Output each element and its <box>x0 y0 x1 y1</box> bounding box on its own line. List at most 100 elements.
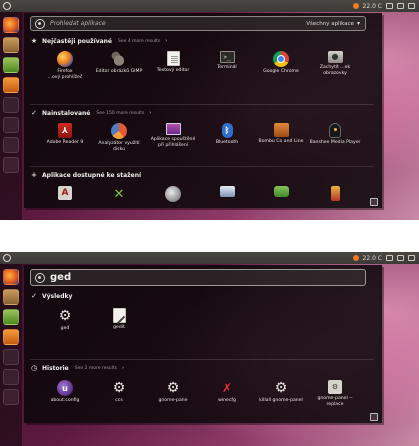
launcher-app-icon[interactable] <box>3 117 19 133</box>
app-label: Terminál <box>217 65 237 70</box>
app-label: gnome-panel --replace <box>317 396 353 407</box>
more-arrow-icon: › <box>165 38 168 44</box>
section-header[interactable]: ◷ Historie See 2 more results › <box>30 363 374 373</box>
launcher-app-icon[interactable] <box>3 157 19 173</box>
top-panel: 22.0 C <box>0 0 419 12</box>
app-tile-killall[interactable]: ⚙ killall gnome-panel <box>254 380 308 407</box>
app-tile-gimp[interactable]: Editor obrázků GIMP <box>92 51 146 80</box>
launcher-app-icon[interactable] <box>3 309 19 325</box>
app-tile-bluetooth[interactable]: ᛒ Bluetooth <box>200 123 254 152</box>
more-arrow-icon: › <box>149 110 152 116</box>
app-tile-available[interactable] <box>146 186 200 202</box>
top-panel: 22.0 C <box>0 252 419 264</box>
network-icon[interactable] <box>397 3 404 9</box>
launcher-files-icon[interactable] <box>3 289 19 305</box>
disk-usage-icon <box>111 123 127 139</box>
volume-icon[interactable] <box>408 255 415 261</box>
gedit-icon <box>112 308 126 323</box>
clock-icon: ◷ <box>30 364 38 372</box>
app-label: Analyzátor využití disku <box>98 141 140 152</box>
launcher-app-icon[interactable] <box>3 77 19 93</box>
app-tile-disk-usage[interactable]: Analyzátor využití disku <box>92 123 146 152</box>
section-header[interactable]: ✓ Nainstalované See 150 more results › <box>30 108 374 118</box>
dash-resize-icon[interactable] <box>370 198 378 206</box>
search-icon <box>35 18 45 29</box>
dash-resize-icon[interactable] <box>370 413 378 421</box>
launcher-app-icon[interactable] <box>3 97 19 113</box>
section-divider <box>30 359 374 360</box>
app-label: Bombu Co and Line <box>258 139 304 144</box>
about-config-icon: u <box>57 380 73 396</box>
app-tile-available[interactable] <box>308 186 362 202</box>
app-tile-adobe-reader[interactable]: ⅄ Adobe Reader 9 <box>38 123 92 152</box>
launcher-files-icon[interactable] <box>3 37 19 53</box>
dash-search-bar <box>30 269 366 286</box>
mail-icon[interactable] <box>386 255 393 261</box>
filter-label: Všechny aplikace <box>306 20 354 27</box>
app-tile-chrome[interactable]: Google Chrome <box>254 51 308 80</box>
weather-icon[interactable] <box>352 3 359 9</box>
app-label: Textový editor <box>156 68 190 73</box>
app-tile-terminal[interactable]: >_ Terminál <box>200 51 254 80</box>
app-tile-available[interactable] <box>200 186 254 202</box>
app-tile-text-editor[interactable]: Textový editor <box>146 51 200 80</box>
ubuntu-logo-icon[interactable] <box>3 254 11 262</box>
app-tile-available[interactable]: ✕ <box>92 186 146 202</box>
app-tile-startup-apps[interactable]: Aplikace spouštěné při přihlášení <box>146 123 200 152</box>
section-header[interactable]: ★ Nejčastěji používané See 4 more result… <box>30 36 374 46</box>
app-tile-screenshot[interactable]: Zachytit ...ek obrazovky <box>308 51 362 80</box>
launcher-app-icon[interactable] <box>3 349 19 365</box>
app-row: ⅄ Adobe Reader 9 Analyzátor využití disk… <box>30 123 374 152</box>
search-input[interactable] <box>45 272 365 283</box>
dash-overlay: Všechny aplikace ▾ ★ Nejčastěji používan… <box>24 13 382 208</box>
weather-indicator[interactable]: 22.0 C <box>363 255 382 262</box>
terminal-icon: >_ <box>219 51 235 63</box>
app-tile-firefox[interactable]: Firefox ...ový prohlížeč <box>38 51 92 80</box>
more-results-link[interactable]: See 4 more results <box>118 39 160 44</box>
app-tile-about-config[interactable]: u about:config <box>38 380 92 407</box>
volume-icon[interactable] <box>408 3 415 9</box>
app-tile-available[interactable] <box>254 186 308 202</box>
app-tile-banshee[interactable]: Banshee Media Player <box>308 123 362 152</box>
mail-icon[interactable] <box>386 3 393 9</box>
xcircle-icon: ✕ <box>113 186 125 202</box>
launcher-firefox-icon[interactable] <box>3 269 19 285</box>
app-tile-gnome-pane[interactable]: ⚙ gnome-pane <box>146 380 200 407</box>
gray-app-icon <box>165 186 181 202</box>
app-tile-winecfg[interactable]: ✗ winecfg <box>200 380 254 407</box>
app-tile-ged[interactable]: ⚙ ged <box>38 308 92 332</box>
app-label: Bluetooth <box>215 140 239 145</box>
more-results-link[interactable]: See 150 more results <box>96 111 144 116</box>
app-tile-panel-replace[interactable]: ⚙ gnome-panel --replace <box>308 380 362 407</box>
launcher-app-icon[interactable] <box>3 369 19 385</box>
weather-indicator[interactable]: 22.0 C <box>363 3 382 10</box>
launcher-app-icon[interactable] <box>3 329 19 345</box>
ubuntu-logo-icon[interactable] <box>3 2 11 10</box>
more-results-link[interactable]: See 2 more results <box>75 366 117 371</box>
app-tile-gedit[interactable]: gedit <box>92 308 146 332</box>
app-tile-ccs[interactable]: ⚙ ccs <box>92 380 146 407</box>
category-filter-select[interactable]: Všechny aplikace ▾ <box>306 20 365 27</box>
banshee-icon <box>329 123 341 138</box>
app-label: gnome-pane <box>158 398 188 403</box>
section-title: Historie <box>42 364 69 372</box>
app-tile-available[interactable]: A <box>38 186 92 202</box>
section-divider <box>30 166 374 167</box>
launcher-app-icon[interactable] <box>3 389 19 405</box>
app-label: Google Chrome <box>263 69 299 74</box>
plus-icon: + <box>31 171 37 179</box>
weather-icon[interactable] <box>352 255 359 261</box>
launcher-firefox-icon[interactable] <box>3 17 19 33</box>
launcher-app-icon[interactable] <box>3 137 19 153</box>
app-tile-ubuntu-one[interactable]: Bombu Co and Line <box>254 123 308 152</box>
launcher-app-icon[interactable] <box>3 57 19 73</box>
network-icon[interactable] <box>397 255 404 261</box>
gear-icon: ⚙ <box>112 380 126 396</box>
section-header[interactable]: + Aplikace dostupné ke stažení <box>30 170 374 180</box>
app-row: u about:config ⚙ ccs ⚙ gnome-pane ✗ wine… <box>30 380 374 407</box>
joystick-icon <box>330 186 340 201</box>
section-header[interactable]: ✓ Výsledky <box>30 291 374 301</box>
search-input[interactable] <box>45 20 307 27</box>
check-icon: ✓ <box>31 109 37 117</box>
dash-screenshot-bottom: 22.0 C ✓ Výsledky ⚙ ged <box>0 252 419 446</box>
